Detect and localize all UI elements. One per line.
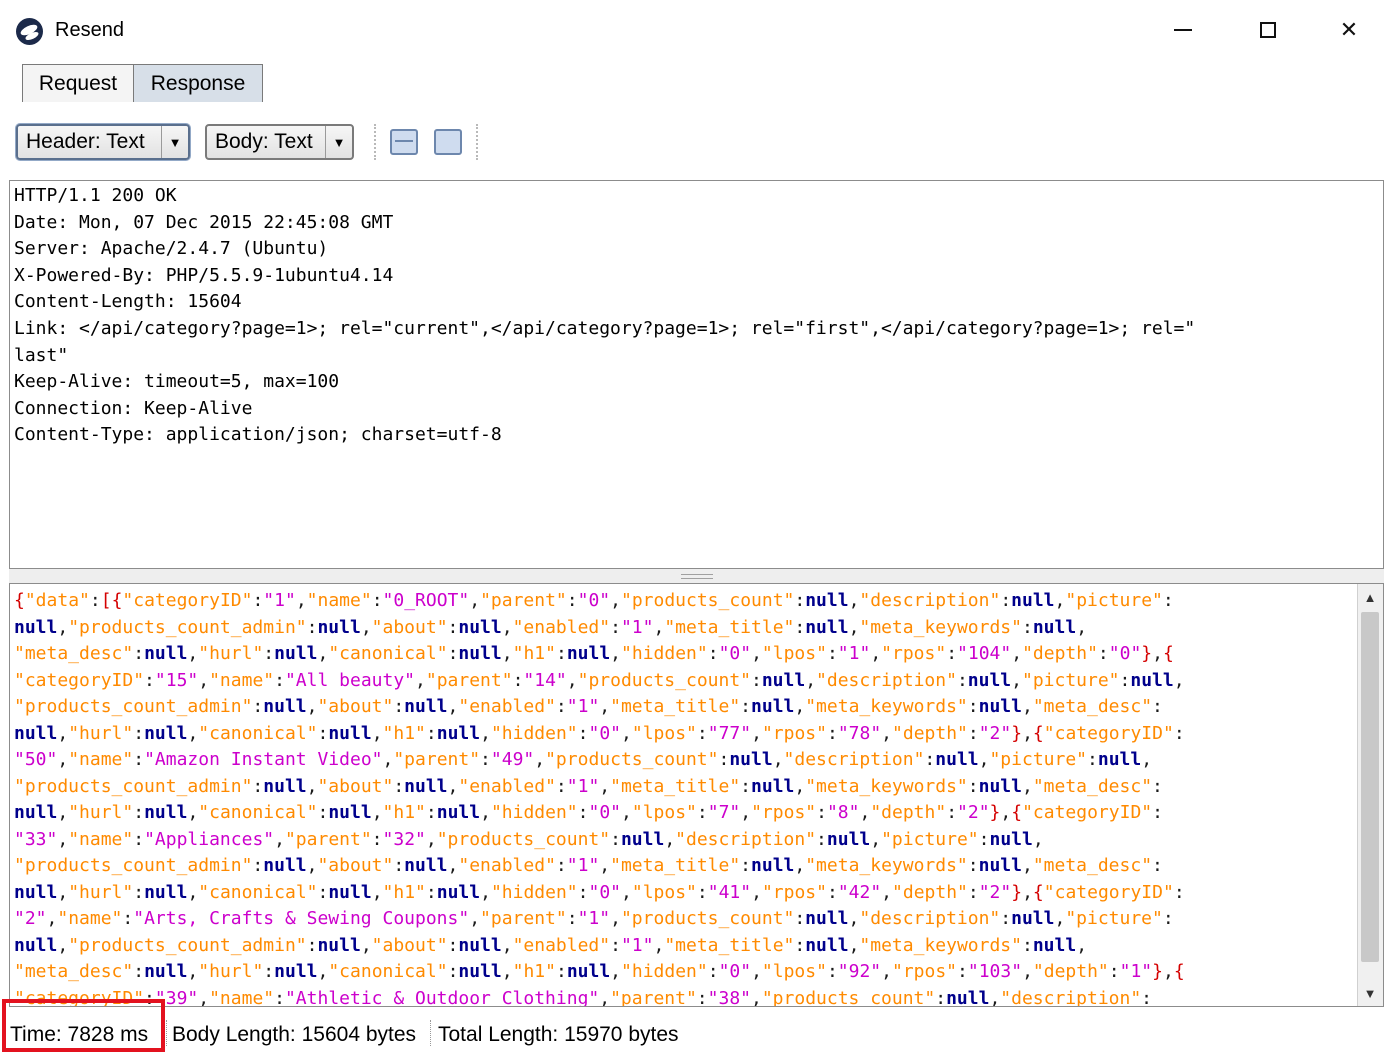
body-line: "meta_desc":null,"hurl":null,"canonical"… [14,961,1185,982]
body-line: null,"hurl":null,"canonical":null,"h1":n… [14,802,1163,823]
scroll-thumb[interactable] [1361,612,1379,962]
time-highlight-box [2,999,165,1052]
title-bar: Resend ✕ [0,0,1390,60]
response-body-text[interactable]: {"data":[{"categoryID":"1","name":"0_ROO… [14,588,1354,1007]
tab-bar: Request Response [5,62,1390,107]
status-bar: Time: 7828 ms Body Length: 15604 bytes T… [0,1014,1390,1054]
split-view-icon[interactable] [390,129,418,155]
body-line: "2","name":"Arts, Crafts & Sewing Coupon… [14,908,1174,929]
status-separator [166,1020,167,1046]
minimize-icon [1174,29,1192,31]
status-body-length: Body Length: 15604 bytes [172,1023,417,1046]
single-view-icon[interactable] [434,129,462,155]
split-pane-divider[interactable] [9,569,1384,583]
body-line: "33","name":"Appliances","parent":"32","… [14,828,1044,850]
vertical-scrollbar[interactable]: ▲ ▼ [1357,584,1383,1006]
close-button[interactable]: ✕ [1326,12,1372,48]
app-logo-icon [16,18,43,45]
header-line: Content-Length: 15604 [14,291,242,313]
header-view-select[interactable]: Header: Text ▼ [16,124,190,160]
body-line: {"data":[{"categoryID":"1","name":"0_ROO… [14,590,1174,611]
body-view-label: Body: Text [215,130,313,153]
body-view-select[interactable]: Body: Text ▼ [205,124,354,160]
toolbar-separator [476,124,478,160]
chevron-down-icon: ▼ [325,126,352,158]
header-line: Server: Apache/2.4.7 (Ubuntu) [14,238,329,260]
divider-grip-icon [681,574,713,579]
header-line: last" [14,344,69,366]
status-total-length: Total Length: 15970 bytes [438,1023,679,1046]
body-line: "categoryID":"15","name":"All beauty","p… [14,669,1185,691]
response-body-pane[interactable]: {"data":[{"categoryID":"1","name":"0_ROO… [9,583,1384,1007]
chevron-down-icon: ▼ [161,126,188,158]
header-line: Keep-Alive: timeout=5, max=100 [14,371,340,393]
toolbar-separator [374,124,376,160]
body-line: "products_count_admin":null,"about":null… [14,696,1163,717]
body-line: null,"hurl":null,"canonical":null,"h1":n… [14,722,1185,744]
minimize-button[interactable] [1160,12,1206,48]
body-line: "categoryID":"39","name":"Athletic & Out… [14,987,1153,1007]
maximize-icon [1260,22,1276,38]
header-line: Connection: Keep-Alive [14,397,253,419]
header-view-label: Header: Text [26,130,145,153]
tab-request[interactable]: Request [22,64,134,102]
body-line: "products_count_admin":null,"about":null… [14,855,1163,876]
body-line: "products_count_admin":null,"about":null… [14,775,1163,797]
body-line: null,"hurl":null,"canonical":null,"h1":n… [14,881,1185,903]
body-line: "meta_desc":null,"hurl":null,"canonical"… [14,643,1174,664]
response-header-pane[interactable]: HTTP/1.1 200 OK Date: Mon, 07 Dec 2015 22… [9,180,1384,569]
tab-response[interactable]: Response [133,64,263,102]
header-line: X-Powered-By: PHP/5.5.9-1ubuntu4.14 [14,264,394,286]
scroll-up-icon[interactable]: ▲ [1360,586,1380,608]
view-toolbar: Header: Text ▼ Body: Text ▼ [0,104,1390,180]
header-line: Link: </api/category?page=1>; rel="curre… [14,318,1196,339]
body-line: "50","name":"Amazon Instant Video","pare… [14,749,1153,770]
header-line: HTTP/1.1 200 OK [14,185,177,206]
body-line: null,"products_count_admin":null,"about"… [14,616,1088,638]
window-title: Resend [55,19,124,41]
body-line: null,"products_count_admin":null,"about"… [14,934,1088,956]
header-line: Content-Type: application/json; charset=… [14,424,502,446]
scroll-down-icon[interactable]: ▼ [1360,982,1380,1004]
close-icon: ✕ [1339,17,1359,42]
status-separator [430,1020,431,1046]
header-line: Date: Mon, 07 Dec 2015 22:45:08 GMT [14,211,394,233]
maximize-button[interactable] [1245,12,1291,48]
